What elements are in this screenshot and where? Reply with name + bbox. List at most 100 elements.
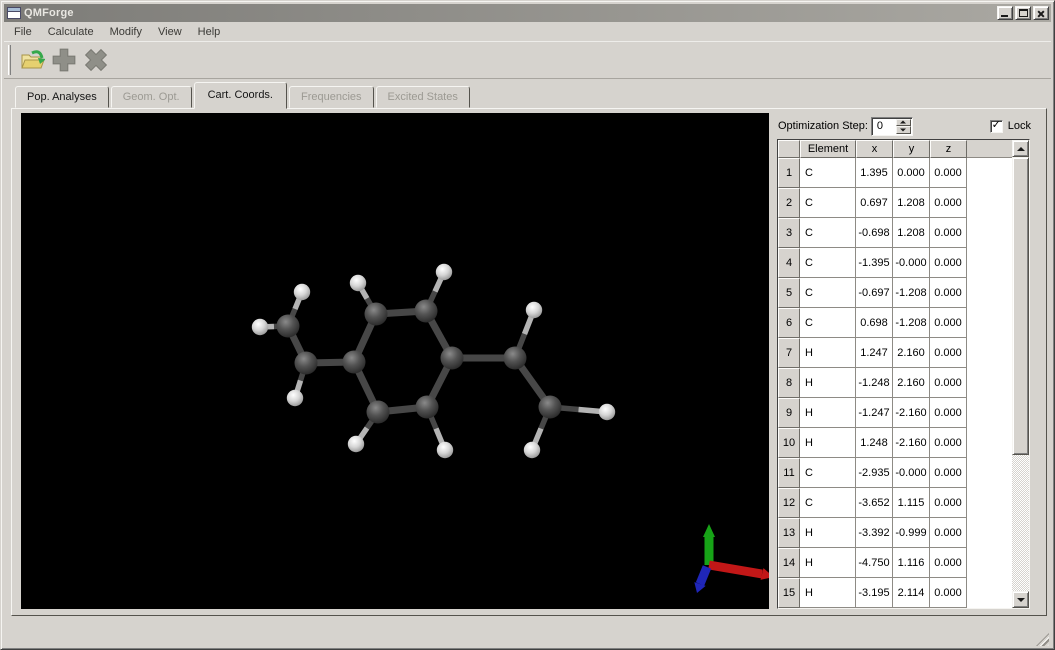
y-cell[interactable]: 2.160 (893, 338, 930, 368)
element-cell[interactable]: H (800, 338, 856, 368)
minimize-button[interactable] (997, 6, 1013, 20)
x-cell[interactable]: 1.248 (856, 428, 893, 458)
x-cell[interactable]: -1.247 (856, 398, 893, 428)
z-cell[interactable]: 0.000 (930, 578, 967, 608)
close-button[interactable] (1033, 6, 1049, 20)
table-scrollbar[interactable] (1012, 140, 1029, 608)
menu-view[interactable]: View (151, 24, 189, 40)
y-cell[interactable]: 1.116 (893, 548, 930, 578)
row-number[interactable]: 4 (778, 248, 800, 278)
add-button[interactable] (49, 45, 79, 75)
z-cell[interactable]: 0.000 (930, 428, 967, 458)
row-number[interactable]: 1 (778, 158, 800, 188)
element-cell[interactable]: H (800, 398, 856, 428)
row-number[interactable]: 11 (778, 458, 800, 488)
z-cell[interactable]: 0.000 (930, 338, 967, 368)
z-cell[interactable]: 0.000 (930, 518, 967, 548)
carbon-atom[interactable] (294, 351, 318, 375)
element-cell[interactable]: C (800, 188, 856, 218)
carbon-atom[interactable] (414, 299, 438, 323)
carbon-atom[interactable] (415, 395, 439, 419)
tab-geom-opt[interactable]: Geom. Opt. (110, 86, 192, 108)
corner-header[interactable] (778, 140, 800, 158)
element-cell[interactable]: C (800, 278, 856, 308)
row-number[interactable]: 15 (778, 578, 800, 608)
spinner-down-button[interactable] (895, 126, 911, 134)
lock-checkbox[interactable]: ✓ (989, 119, 1003, 133)
x-cell[interactable]: -3.195 (856, 578, 893, 608)
menu-calculate[interactable]: Calculate (41, 24, 101, 40)
x-cell[interactable]: 0.698 (856, 308, 893, 338)
titlebar[interactable]: QMForge (4, 4, 1051, 22)
optimization-step-spinner[interactable]: 0 (870, 116, 913, 136)
row-number[interactable]: 14 (778, 548, 800, 578)
y-cell[interactable]: 0.000 (893, 158, 930, 188)
element-cell[interactable]: C (800, 308, 856, 338)
z-cell[interactable]: 0.000 (930, 188, 967, 218)
row-number[interactable]: 8 (778, 368, 800, 398)
z-cell[interactable]: 0.000 (930, 548, 967, 578)
scrollbar-down-button[interactable] (1012, 591, 1029, 608)
molecule-viewport[interactable] (21, 113, 769, 609)
row-number[interactable]: 9 (778, 398, 800, 428)
element-cell[interactable]: C (800, 218, 856, 248)
x-cell[interactable]: -1.248 (856, 368, 893, 398)
open-file-button[interactable] (17, 45, 47, 75)
x-cell[interactable]: -3.392 (856, 518, 893, 548)
remove-button[interactable] (81, 45, 111, 75)
element-cell[interactable]: C (800, 158, 856, 188)
y-cell[interactable]: -1.208 (893, 308, 930, 338)
element-cell[interactable]: C (800, 488, 856, 518)
tab-pop-analyses[interactable]: Pop. Analyses (15, 86, 109, 108)
carbon-atom[interactable] (366, 400, 390, 424)
row-number[interactable]: 7 (778, 338, 800, 368)
scrollbar-up-button[interactable] (1012, 140, 1029, 157)
y-cell[interactable]: -0.999 (893, 518, 930, 548)
y-cell[interactable]: -0.000 (893, 458, 930, 488)
element-cell[interactable]: H (800, 428, 856, 458)
hydrogen-atom[interactable] (347, 435, 365, 453)
app-window-icon[interactable] (7, 7, 21, 19)
y-cell[interactable]: 2.160 (893, 368, 930, 398)
x-cell[interactable]: -2.935 (856, 458, 893, 488)
toolbar-gripper[interactable] (8, 45, 11, 75)
x-cell[interactable]: -1.395 (856, 248, 893, 278)
x-cell[interactable]: -4.750 (856, 548, 893, 578)
z-cell[interactable]: 0.000 (930, 398, 967, 428)
y-cell[interactable]: 1.115 (893, 488, 930, 518)
z-cell[interactable]: 0.000 (930, 458, 967, 488)
col-header-element[interactable]: Element (800, 140, 856, 158)
spinner-up-button[interactable] (895, 118, 911, 126)
hydrogen-atom[interactable] (286, 389, 304, 407)
col-header-z[interactable]: z (930, 140, 967, 158)
element-cell[interactable]: H (800, 518, 856, 548)
z-cell[interactable]: 0.000 (930, 308, 967, 338)
tab-cart-coords[interactable]: Cart. Coords. (193, 82, 287, 110)
carbon-atom[interactable] (440, 346, 464, 370)
maximize-button[interactable] (1015, 6, 1031, 20)
y-cell[interactable]: -1.208 (893, 278, 930, 308)
col-header-y[interactable]: y (893, 140, 930, 158)
row-number[interactable]: 13 (778, 518, 800, 548)
row-number[interactable]: 12 (778, 488, 800, 518)
z-cell[interactable]: 0.000 (930, 158, 967, 188)
z-cell[interactable]: 0.000 (930, 278, 967, 308)
row-number[interactable]: 10 (778, 428, 800, 458)
hydrogen-atom[interactable] (598, 403, 616, 421)
element-cell[interactable]: C (800, 458, 856, 488)
z-cell[interactable]: 0.000 (930, 218, 967, 248)
x-cell[interactable]: -0.698 (856, 218, 893, 248)
hydrogen-atom[interactable] (523, 441, 541, 459)
element-cell[interactable]: H (800, 548, 856, 578)
row-number[interactable]: 5 (778, 278, 800, 308)
x-cell[interactable]: -0.697 (856, 278, 893, 308)
hydrogen-atom[interactable] (349, 274, 367, 292)
z-cell[interactable]: 0.000 (930, 248, 967, 278)
menu-help[interactable]: Help (191, 24, 228, 40)
menu-modify[interactable]: Modify (103, 24, 149, 40)
hydrogen-atom[interactable] (293, 283, 311, 301)
y-cell[interactable]: -2.160 (893, 398, 930, 428)
x-cell[interactable]: 1.247 (856, 338, 893, 368)
carbon-atom[interactable] (276, 314, 300, 338)
y-cell[interactable]: 2.114 (893, 578, 930, 608)
